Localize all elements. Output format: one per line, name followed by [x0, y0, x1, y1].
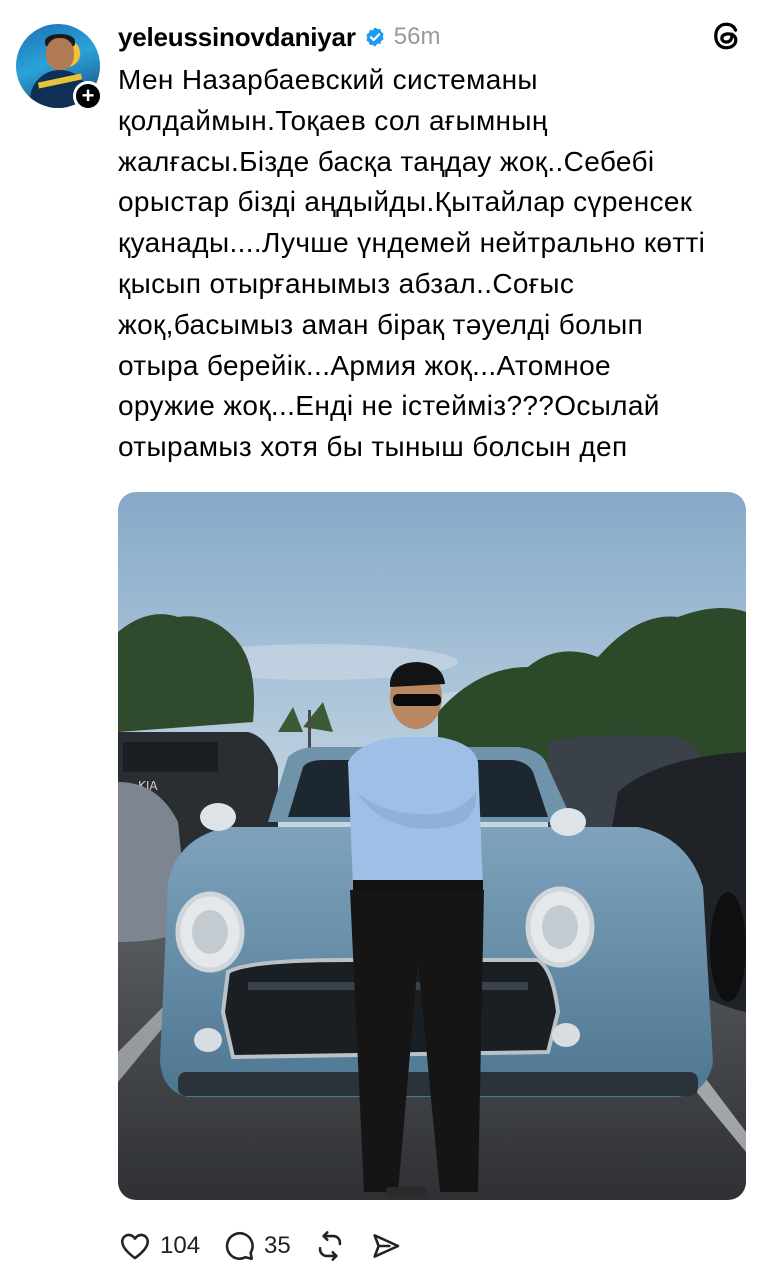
threads-icon[interactable] [709, 18, 745, 54]
parking-lot-photo: KIA [118, 492, 746, 1200]
share-button[interactable] [369, 1229, 403, 1263]
action-bar: 104 35 [118, 1226, 425, 1266]
post-body-text: Мен Назарбаевский системаны қолдаймын.То… [118, 64, 706, 463]
like-button[interactable]: 104 [118, 1229, 200, 1263]
repost-button[interactable] [313, 1229, 347, 1263]
username[interactable]: yeleussinovdaniyar [118, 22, 356, 53]
post-timestamp: 56m [393, 23, 441, 50]
repost-icon [318, 1231, 341, 1261]
verified-badge-icon [366, 27, 384, 47]
avatar-container[interactable]: + [16, 24, 104, 112]
heart-icon [120, 1233, 150, 1260]
send-icon [373, 1234, 400, 1258]
post-header: yeleussinovdaniyar 56m [118, 20, 440, 54]
like-count: 104 [160, 1232, 201, 1259]
post-photo[interactable]: KIA [118, 492, 746, 1200]
reply-count: 35 [264, 1232, 291, 1259]
comment-icon [225, 1232, 254, 1261]
follow-plus-icon[interactable]: + [73, 81, 103, 111]
reply-button[interactable]: 35 [222, 1229, 291, 1263]
